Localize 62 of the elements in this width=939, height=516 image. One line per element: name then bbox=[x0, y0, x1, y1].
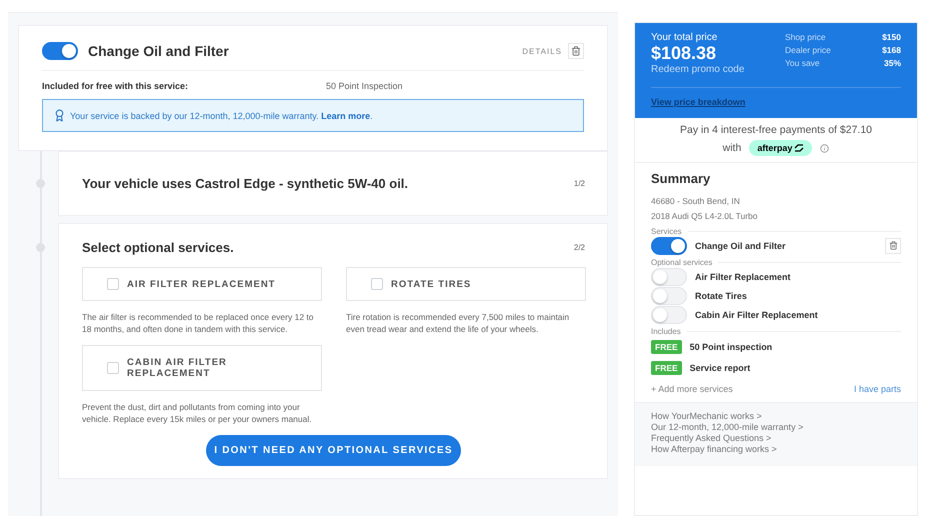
service-name: Air Filter Replacement bbox=[695, 272, 791, 282]
delete-button[interactable] bbox=[568, 43, 584, 59]
delete-button[interactable] bbox=[885, 238, 901, 254]
price-label: You save bbox=[785, 58, 821, 68]
info-link[interactable]: Our 12-month, 12,000-mile warranty > bbox=[651, 422, 901, 432]
info-icon[interactable] bbox=[820, 144, 830, 152]
section-label: Includes bbox=[651, 327, 681, 336]
details-link[interactable]: DETAILS bbox=[522, 46, 562, 56]
option-description: The air filter is recommended to be replaced once every 12 to 18 months, and often done in tandem with this service. bbox=[82, 311, 315, 335]
loop-arrow-icon bbox=[794, 144, 804, 152]
option-description: Prevent the dust, dirt and pollutants from coming into your vehicle. Replace every 15k miles or per your owners manual. bbox=[82, 401, 313, 425]
step-title: Select optional services. bbox=[82, 240, 234, 255]
trash-icon bbox=[571, 46, 581, 56]
service-name: Cabin Air Filter Replacement bbox=[695, 310, 818, 320]
afterpay-badge: afterpay bbox=[749, 140, 812, 156]
service-name: Rotate Tires bbox=[695, 290, 747, 300]
option-checkbox[interactable]: CABIN AIR FILTER REPLACEMENT bbox=[82, 345, 322, 391]
service-name: Change Oil and Filter bbox=[695, 240, 786, 250]
total-price: $108.38 bbox=[651, 43, 718, 64]
ribbon-icon bbox=[53, 109, 66, 122]
info-link[interactable]: Frequently Asked Questions > bbox=[651, 433, 901, 443]
option-checkbox[interactable]: AIR FILTER REPLACEMENT bbox=[82, 267, 322, 301]
step-counter: 1/2 bbox=[574, 179, 585, 188]
toggle-switch[interactable] bbox=[42, 42, 78, 60]
no-optional-services-button[interactable]: I DON'T NEED ANY OPTIONAL SERVICES bbox=[206, 435, 461, 466]
included-item: Service report bbox=[690, 362, 750, 372]
price-breakdown-link[interactable]: View price breakdown bbox=[651, 97, 746, 107]
summary-title: Summary bbox=[651, 171, 712, 186]
section-label: Optional services bbox=[651, 258, 712, 267]
free-badge: FREE bbox=[651, 360, 682, 374]
promo-code-link[interactable]: Redeem promo code bbox=[651, 64, 744, 75]
total-label: Your total price bbox=[651, 32, 718, 43]
price-label: Dealer price bbox=[785, 45, 832, 55]
warranty-text: Your service is backed by our 12-month, 12,000-mile warranty. Learn more. bbox=[70, 110, 373, 120]
toggle-switch[interactable] bbox=[651, 236, 687, 254]
with-text: with bbox=[722, 142, 742, 154]
checkbox[interactable] bbox=[107, 278, 119, 290]
afterpay-text: Pay in 4 interest-free payments of $27.10 bbox=[680, 124, 872, 136]
info-link[interactable]: How Afterpay financing works > bbox=[651, 444, 901, 454]
free-badge: FREE bbox=[651, 340, 682, 354]
step-title: Your vehicle uses Castrol Edge - synthetic 5W-40 oil. bbox=[82, 176, 408, 191]
price-value: 35% bbox=[882, 58, 901, 68]
have-parts-link[interactable]: I have parts bbox=[854, 384, 901, 394]
section-label: Services bbox=[651, 227, 682, 236]
checkbox[interactable] bbox=[371, 278, 383, 290]
price-label: Shop price bbox=[785, 32, 827, 42]
included-item: 50 Point inspection bbox=[690, 342, 772, 352]
service-title: Change Oil and Filter bbox=[88, 43, 229, 59]
price-value: $168 bbox=[881, 45, 901, 55]
learn-more-link[interactable]: Learn more bbox=[321, 110, 370, 120]
included-label: Included for free with this service: bbox=[42, 81, 190, 91]
info-link[interactable]: How YourMechanic works > bbox=[651, 411, 901, 421]
option-checkbox[interactable]: ROTATE TIRES bbox=[346, 267, 586, 301]
trash-icon bbox=[888, 241, 898, 250]
add-services-link[interactable]: + Add more services bbox=[651, 384, 733, 394]
included-value: 50 Point Inspection bbox=[326, 81, 403, 91]
option-description: Tire rotation is recommended every 7,500 miles to maintain even tread wear and extend the life of your wheels. bbox=[346, 311, 570, 335]
location-text: 46680 - South Bend, IN bbox=[651, 195, 741, 208]
step-counter: 2/2 bbox=[574, 243, 585, 252]
vehicle-text: 2018 Audi Q5 L4-2.0L Turbo bbox=[651, 210, 758, 223]
checkbox[interactable] bbox=[107, 362, 119, 374]
price-value: $150 bbox=[881, 32, 901, 42]
